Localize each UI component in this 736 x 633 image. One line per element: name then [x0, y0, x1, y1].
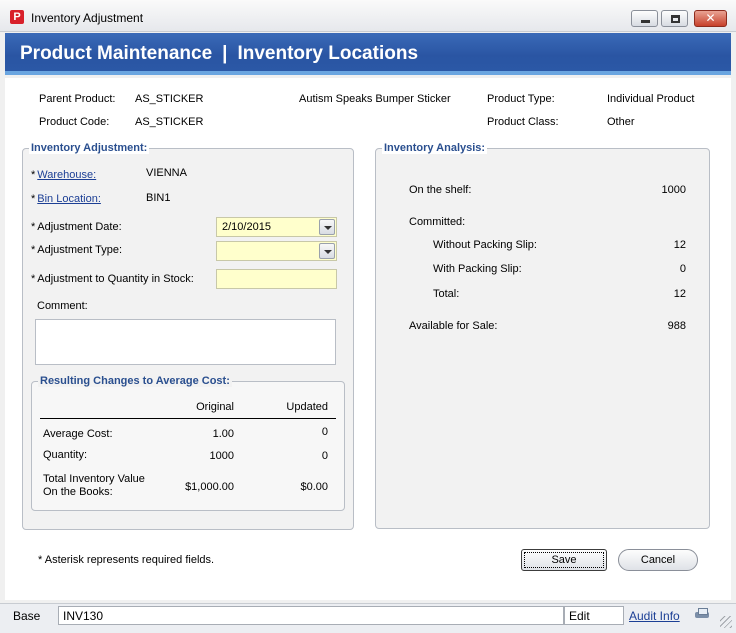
- form-content: Parent Product: AS_STICKER Autism Speaks…: [5, 78, 731, 600]
- form-id-text: INV130: [63, 609, 104, 623]
- quantity-label: Quantity:: [43, 449, 88, 461]
- inventory-adjustment-window: P Inventory Adjustment ✕ Product Mainten…: [0, 0, 736, 633]
- inventory-analysis-title: Inventory Analysis:: [382, 142, 488, 154]
- banner-title-left: Product Maintenance: [20, 43, 213, 64]
- printer-icon[interactable]: [695, 608, 709, 620]
- cost-changes-title: Resulting Changes to Average Cost:: [38, 375, 232, 387]
- cost-changes-group: Resulting Changes to Average Cost: Origi…: [31, 375, 345, 511]
- quantity-original: 1000: [209, 450, 234, 462]
- product-class-value: Other: [607, 116, 635, 128]
- app-logo-icon: P: [10, 10, 24, 24]
- product-description: Autism Speaks Bumper Sticker: [299, 93, 451, 105]
- status-form-id: INV130: [58, 606, 564, 625]
- date-dropdown-button[interactable]: [319, 219, 335, 235]
- product-type-value: Individual Product: [607, 93, 695, 105]
- without-packing-slip-value: 12: [673, 239, 686, 251]
- page-title: Product Maintenance | Inventory Locations: [20, 43, 418, 65]
- window-title: Inventory Adjustment: [31, 11, 144, 25]
- parent-product-value: AS_STICKER: [135, 93, 204, 105]
- with-packing-slip-value: 0: [679, 263, 686, 275]
- adjustment-date-value: 2/10/2015: [222, 221, 271, 233]
- required-fields-note: * Asterisk represents required fields.: [38, 554, 215, 566]
- mode-text: Edit: [569, 609, 590, 623]
- average-cost-label: Average Cost:: [43, 428, 113, 440]
- warehouse-value: VIENNA: [146, 167, 187, 179]
- average-cost-updated: 0: [321, 426, 328, 438]
- adjustment-qty-label-text: Adjustment to Quantity in Stock:: [37, 273, 194, 285]
- average-cost-original: 1.00: [212, 428, 234, 440]
- required-asterisk: *: [31, 244, 36, 256]
- comment-label: Comment:: [37, 300, 88, 312]
- committed-total-label: Total:: [433, 288, 460, 300]
- cancel-button[interactable]: Cancel: [618, 549, 698, 571]
- committed-total-value: 12: [673, 288, 686, 300]
- close-button[interactable]: ✕: [694, 10, 727, 27]
- available-for-sale-value: 988: [667, 320, 686, 332]
- type-dropdown-button[interactable]: [319, 243, 335, 259]
- adjustment-qty-field[interactable]: [216, 269, 337, 289]
- bin-location-label: * Bin Location:: [31, 193, 101, 205]
- inventory-analysis-group: Inventory Analysis: On the shelf: 1000 C…: [375, 142, 710, 529]
- header-banner: Product Maintenance | Inventory Locations: [5, 33, 731, 75]
- comment-textarea[interactable]: [35, 319, 336, 365]
- total-value-original: $1,000.00: [185, 481, 234, 493]
- title-bar: P Inventory Adjustment ✕: [0, 0, 736, 32]
- adjustment-date-field[interactable]: 2/10/2015: [216, 217, 337, 237]
- product-code-value: AS_STICKER: [135, 116, 204, 128]
- product-class-label: Product Class:: [487, 116, 559, 128]
- product-type-label: Product Type:: [487, 93, 555, 105]
- col-updated-header: Updated: [286, 401, 328, 413]
- adjustment-date-label: * Adjustment Date:: [31, 221, 122, 233]
- required-asterisk: *: [31, 221, 36, 233]
- adjustment-qty-label: * Adjustment to Quantity in Stock:: [31, 273, 194, 285]
- available-for-sale-label: Available for Sale:: [409, 320, 498, 332]
- quantity-updated: 0: [321, 450, 328, 462]
- committed-label: Committed:: [409, 216, 466, 228]
- status-base: Base: [13, 609, 41, 623]
- on-shelf-label: On the shelf:: [409, 184, 472, 196]
- minimize-button[interactable]: [631, 10, 658, 27]
- close-icon: ✕: [705, 11, 716, 25]
- col-original-header: Original: [196, 401, 234, 413]
- minimize-icon: [641, 20, 650, 23]
- total-value-label-line1: Total Inventory Value: [43, 473, 145, 485]
- required-asterisk: *: [31, 273, 36, 285]
- parent-product-label: Parent Product:: [39, 93, 116, 105]
- adjustment-type-label-text: Adjustment Type:: [37, 244, 123, 256]
- adjustment-type-label: * Adjustment Type:: [31, 244, 122, 256]
- warehouse-label: * Warehouse:: [31, 169, 96, 181]
- resize-grip[interactable]: [720, 616, 732, 628]
- maximize-button[interactable]: [661, 10, 688, 27]
- banner-separator: |: [222, 43, 228, 64]
- status-bar: Base INV130 Edit Audit Info: [0, 603, 736, 633]
- audit-info-link[interactable]: Audit Info: [629, 609, 680, 623]
- adjustment-type-select[interactable]: [216, 241, 337, 261]
- total-value-updated: $0.00: [300, 481, 328, 493]
- bin-location-value: BIN1: [146, 192, 171, 204]
- required-asterisk: *: [31, 193, 36, 205]
- maximize-icon: [671, 15, 680, 23]
- inventory-adjustment-group: Inventory Adjustment: * Warehouse: VIENNA…: [22, 142, 354, 530]
- warehouse-link[interactable]: Warehouse:: [37, 169, 96, 181]
- bin-location-link[interactable]: Bin Location:: [37, 193, 101, 205]
- on-shelf-value: 1000: [661, 184, 686, 196]
- without-packing-slip-label: Without Packing Slip:: [433, 239, 537, 251]
- required-asterisk: *: [31, 169, 36, 181]
- banner-title-right: Inventory Locations: [237, 43, 419, 64]
- adjustment-date-label-text: Adjustment Date:: [37, 221, 122, 233]
- save-button[interactable]: Save: [521, 549, 607, 571]
- total-value-label-line2: On the Books:: [43, 486, 113, 498]
- status-mode: Edit: [564, 606, 624, 625]
- product-code-label: Product Code:: [39, 116, 110, 128]
- table-divider: [40, 418, 336, 419]
- with-packing-slip-label: With Packing Slip:: [433, 263, 522, 275]
- inventory-adjustment-title: Inventory Adjustment:: [29, 142, 150, 154]
